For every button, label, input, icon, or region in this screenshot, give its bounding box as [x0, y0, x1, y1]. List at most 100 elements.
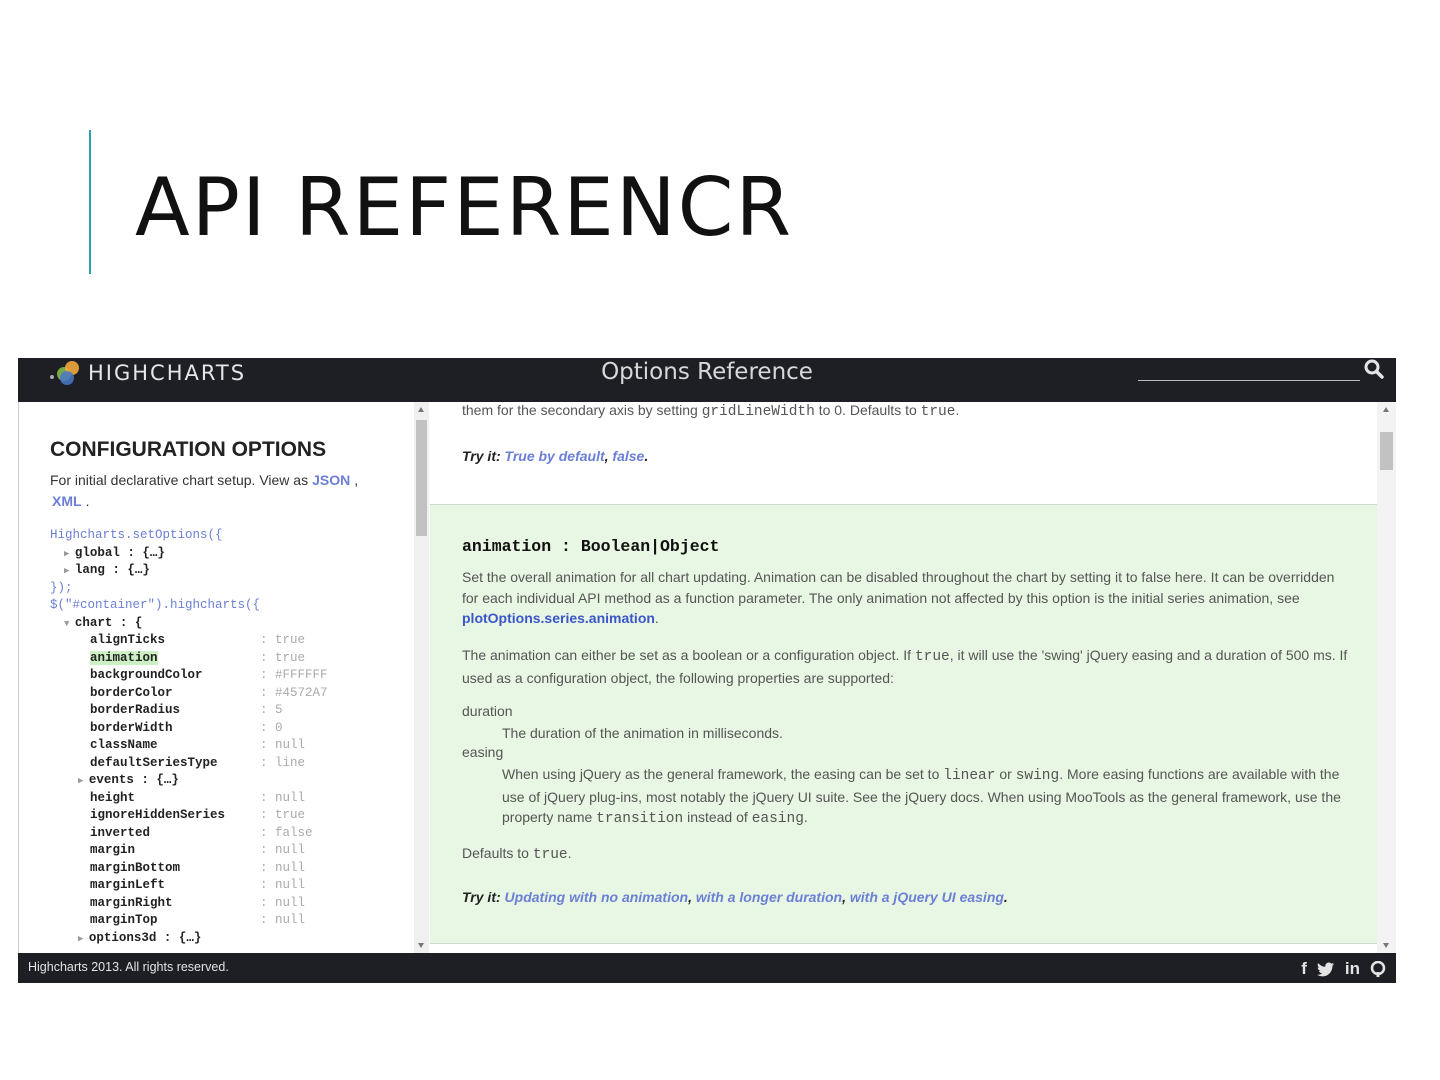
configuration-panel: CONFIGURATION OPTIONS For initial declar…	[18, 402, 415, 953]
scroll-up-arrow-icon[interactable]	[1383, 407, 1389, 412]
tree-value: : null	[260, 878, 306, 892]
tree-row[interactable]: ▶ events : {…}	[50, 772, 260, 790]
easing-term: easing	[462, 744, 504, 760]
tree-row[interactable]: ▶ options3d : {…}	[50, 930, 260, 948]
tree-row[interactable]: marginBottom: null	[50, 860, 305, 878]
slide-title: API REFERENCR	[135, 161, 794, 254]
right-scrollbar[interactable]	[1377, 402, 1396, 953]
scroll-down-arrow-icon[interactable]	[418, 943, 424, 948]
expand-triangle-icon[interactable]: ▶	[78, 776, 89, 786]
duration-definition: The duration of the animation in millise…	[502, 725, 783, 741]
tree-key[interactable]: height	[90, 791, 135, 805]
tree-key[interactable]: marginRight	[90, 896, 173, 910]
previous-option-text: them for the secondary axis by setting g…	[462, 402, 960, 420]
footer-bar: Highcharts 2013. All rights reserved. f …	[18, 953, 1396, 983]
tree-row[interactable]: marginLeft : null	[50, 877, 305, 895]
tree-key[interactable]: marginTop	[90, 913, 158, 927]
search-icon[interactable]	[1364, 359, 1384, 379]
tree-row[interactable]: alignTicks: true	[50, 632, 305, 650]
json-link[interactable]: JSON	[312, 472, 350, 488]
try-no-animation-link[interactable]: Updating with no animation	[505, 889, 689, 905]
tree-row[interactable]: marginRight: null	[50, 895, 305, 913]
tree-node-label[interactable]: lang : {…}	[75, 563, 150, 577]
duration-term: duration	[462, 703, 513, 719]
scroll-up-arrow-icon[interactable]	[418, 407, 424, 412]
tree-row[interactable]: });	[50, 580, 260, 598]
tree-key[interactable]: backgroundColor	[90, 668, 203, 682]
configuration-heading: CONFIGURATION OPTIONS	[50, 438, 327, 461]
search-input[interactable]	[1138, 358, 1360, 381]
animation-description: Set the overall animation for all chart …	[462, 569, 1335, 626]
tree-row[interactable]: backgroundColor : #FFFFFF	[50, 667, 328, 685]
tree-key[interactable]: borderRadius	[90, 703, 180, 717]
tree-row[interactable]: ▶ global : {…}	[50, 545, 260, 563]
tree-value: : #4572A7	[260, 685, 328, 700]
tree-key[interactable]: margin	[90, 843, 135, 857]
title-accent-bar	[89, 130, 91, 274]
tree-row[interactable]: defaultSeriesType: line	[50, 755, 305, 773]
scroll-down-arrow-icon[interactable]	[1383, 943, 1389, 948]
tree-node-label[interactable]: events : {…}	[89, 773, 179, 787]
tree-value: : 0	[260, 720, 283, 735]
linkedin-icon[interactable]: in	[1345, 959, 1360, 979]
tree-value: : null	[260, 738, 306, 752]
expand-triangle-icon[interactable]: ▶	[64, 549, 75, 559]
try-false-link[interactable]: false	[612, 448, 644, 464]
try-longer-duration-link[interactable]: with a longer duration	[696, 889, 842, 905]
try-jquery-ui-easing-link[interactable]: with a jQuery UI easing	[850, 889, 1004, 905]
tree-row[interactable]: inverted: false	[50, 825, 313, 843]
github-icon[interactable]	[1370, 961, 1386, 977]
social-links: f in	[1301, 959, 1386, 979]
tree-row[interactable]: ▶ lang : {…}	[50, 562, 260, 580]
tree-node-label[interactable]: chart : {	[75, 616, 143, 630]
expand-triangle-icon[interactable]: ▶	[78, 934, 89, 944]
tree-row[interactable]: height : null	[50, 790, 305, 808]
collapse-triangle-icon[interactable]: ▼	[64, 619, 75, 629]
screenshot-window: HIGHCHARTS Options Reference CONFIGURATI…	[18, 358, 1396, 983]
tree-row[interactable]: $("#container").highcharts({	[50, 597, 260, 615]
left-scrollbar[interactable]	[414, 402, 429, 953]
plotoptions-series-animation-link[interactable]: plotOptions.series.animation	[462, 610, 655, 626]
tree-node-label[interactable]: $("#container").highcharts({	[50, 598, 260, 612]
tree-node-label[interactable]: global : {…}	[75, 546, 165, 560]
tree-row[interactable]: borderWidth : 0	[50, 720, 283, 738]
highcharts-logo[interactable]: HIGHCHARTS	[48, 358, 246, 388]
config-desc-comma: ,	[354, 472, 359, 488]
tree-key[interactable]: className	[90, 738, 158, 752]
tree-row[interactable]: marginTop: null	[50, 912, 305, 930]
tree-node-label[interactable]: Highcharts.setOptions({	[50, 528, 223, 542]
try-true-by-default-link[interactable]: True by default	[505, 448, 605, 464]
tree-key[interactable]: borderColor	[90, 686, 173, 700]
tree-value: : #FFFFFF	[260, 668, 328, 682]
tree-key[interactable]: marginLeft	[90, 878, 165, 892]
tree-row[interactable]: className : null	[50, 737, 305, 755]
tree-value: : null	[260, 790, 306, 805]
xml-link[interactable]: XML	[52, 493, 82, 509]
facebook-icon[interactable]: f	[1301, 959, 1307, 979]
tree-node-label[interactable]: options3d : {…}	[89, 931, 202, 945]
tree-row[interactable]: animation: true	[50, 650, 305, 668]
tree-row[interactable]: borderRadius: 5	[50, 702, 283, 720]
tree-row[interactable]: Highcharts.setOptions({	[50, 527, 260, 545]
tree-key[interactable]: inverted	[90, 826, 150, 840]
option-details-panel: them for the secondary axis by setting g…	[430, 402, 1377, 953]
copyright-text: Highcharts 2013. All rights reserved.	[28, 960, 229, 974]
tree-row[interactable]: ▼ chart : {	[50, 615, 260, 633]
tree-key[interactable]: alignTicks	[90, 633, 165, 647]
jquery-docs-link[interactable]: the jQuery docs	[882, 789, 980, 805]
tree-value: : true	[260, 808, 306, 822]
tree-key[interactable]: defaultSeriesType	[90, 756, 218, 770]
tree-key[interactable]: marginBottom	[90, 861, 180, 875]
tree-row[interactable]: margin: null	[50, 842, 305, 860]
scrollbar-thumb[interactable]	[416, 420, 427, 536]
tree-node-label[interactable]: });	[50, 581, 73, 595]
scrollbar-thumb[interactable]	[1380, 432, 1393, 470]
tree-row[interactable]: ignoreHiddenSeries : true	[50, 807, 305, 825]
easing-definition: When using jQuery as the general framewo…	[502, 766, 1341, 827]
tree-key[interactable]: ignoreHiddenSeries	[90, 808, 225, 822]
tree-key[interactable]: borderWidth	[90, 721, 173, 735]
tree-row[interactable]: borderColor : #4572A7	[50, 685, 328, 703]
tree-key[interactable]: animation	[90, 650, 158, 665]
expand-triangle-icon[interactable]: ▶	[64, 566, 75, 576]
twitter-icon[interactable]	[1316, 962, 1335, 977]
